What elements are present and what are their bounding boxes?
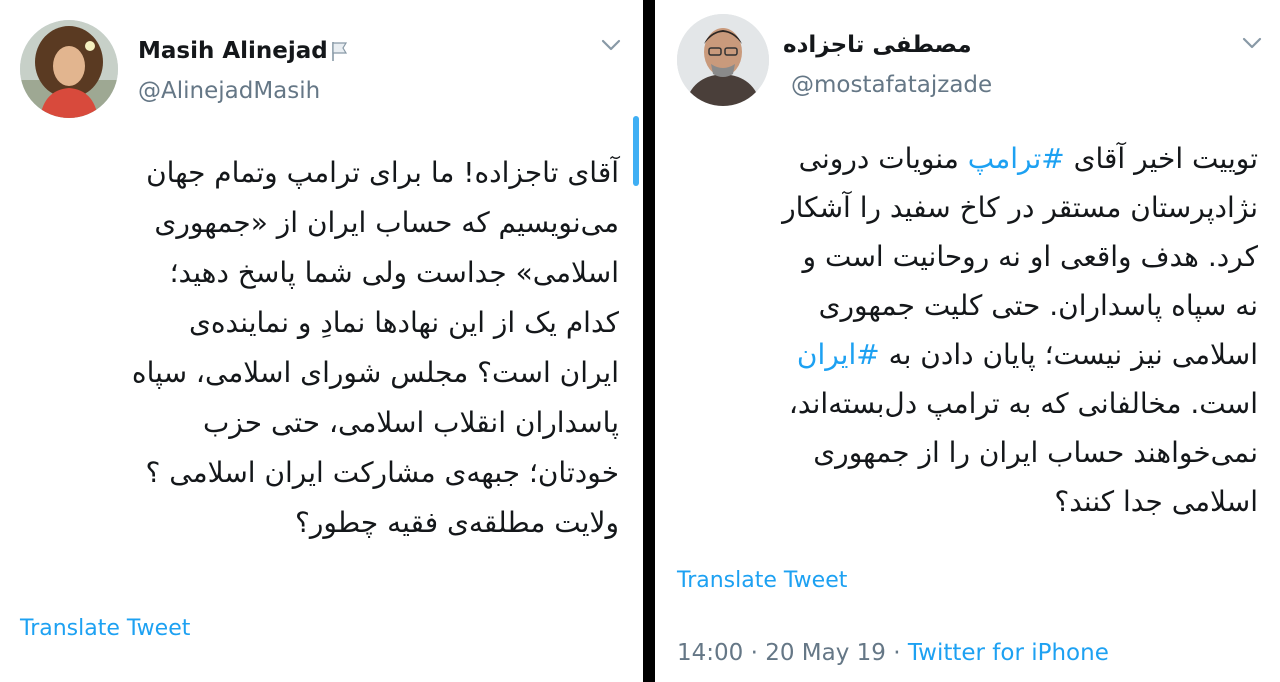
scroll-indicator <box>633 116 639 186</box>
tweet-line: نه سپاه پاسداران. حتی کلیت جمهوری <box>818 289 1258 322</box>
tweet-time[interactable]: 14:00 <box>677 640 743 666</box>
flag-icon <box>332 42 348 61</box>
avatar-image <box>20 20 118 118</box>
user-handle[interactable]: @AlinejadMasih <box>138 78 320 104</box>
tweet-line: نژادپرستان مستقر در کاخ سفید را آشکار <box>782 191 1258 224</box>
text-run: توییت اخیر آقای <box>1064 142 1258 175</box>
display-name[interactable]: مصطفی تاجزاده <box>783 32 972 58</box>
translate-tweet-link[interactable]: Translate Tweet <box>677 568 847 593</box>
chevron-down-icon[interactable] <box>1241 36 1263 50</box>
tweet-line: اسلامی جدا کنند؟ <box>1054 485 1258 518</box>
tweet-line: خودتان؛ جبهه‌ی مشارکت ایران اسلامی ؟ <box>145 456 619 489</box>
tweet-line: پاسداران انقلاب اسلامی، حتی حزب <box>202 406 619 439</box>
tweet-line: می‌نویسیم که حساب ایران از «جمهوری <box>154 206 619 239</box>
tweet-line: کرد. هدف واقعی او نه روحانیت است و <box>802 240 1258 273</box>
tweet-text: توییت اخیر آقای #ترامپ منویات درونی نژاد… <box>698 134 1258 526</box>
tweet-date[interactable]: 20 May 19 <box>765 640 886 666</box>
divider <box>643 0 655 682</box>
hashtag-trump[interactable]: #ترامپ <box>968 142 1065 175</box>
tweet-line: اسلامی نیز نیست؛ پایان دادن به #ایران <box>698 330 1258 379</box>
avatar-image <box>677 14 769 106</box>
tweet-line: نمی‌خواهند حساب ایران را از جمهوری <box>813 436 1258 469</box>
meta-separator: · <box>750 640 766 666</box>
tweet-line: توییت اخیر آقای #ترامپ منویات درونی <box>698 134 1258 183</box>
screenshot-composite: Masih Alinejad @AlinejadMasih آقای تاجزا… <box>0 0 1280 682</box>
avatar[interactable] <box>677 14 769 106</box>
tweet-card-left: Masih Alinejad @AlinejadMasih آقای تاجزا… <box>0 0 643 682</box>
user-handle[interactable]: @mostafatajzade <box>791 72 992 98</box>
tweet-line: اسلامی» جداست ولی شما پاسخ دهید؛ <box>169 256 619 289</box>
tweet-line: آقای تاجزاده! ما برای ترامپ وتمام جهان <box>146 156 619 189</box>
meta-separator: · <box>893 640 908 666</box>
tweet-text: آقای تاجزاده! ما برای ترامپ وتمام جهان م… <box>19 148 619 548</box>
avatar[interactable] <box>20 20 118 118</box>
tweet-line: است. مخالفانی که به ترامپ دل‌بسته‌اند، <box>788 387 1258 420</box>
chevron-down-icon[interactable] <box>600 38 622 52</box>
translate-tweet-link[interactable]: Translate Tweet <box>20 616 190 641</box>
tweet-card-right: مصطفی تاجزاده @mostafatajzade توییت اخیر… <box>655 0 1280 682</box>
hashtag-iran[interactable]: #ایران <box>797 338 880 371</box>
tweet-line: ایران است؟ مجلس شورای اسلامی، سپاه <box>131 356 619 389</box>
tweet-source-link[interactable]: Twitter for iPhone <box>908 640 1109 666</box>
display-name[interactable]: Masih Alinejad <box>138 38 328 64</box>
text-run: منویات درونی <box>798 142 968 175</box>
tweet-line: کدام یک از این نهادها نمادِ و نماینده‌ی <box>188 306 619 339</box>
text-run: اسلامی نیز نیست؛ پایان دادن به <box>879 338 1258 371</box>
tweet-line: ولایت مطلقه‌ی فقیه چطور؟ <box>295 506 619 539</box>
tweet-metadata: 14:00 · 20 May 19 · Twitter for iPhone <box>677 640 1109 666</box>
